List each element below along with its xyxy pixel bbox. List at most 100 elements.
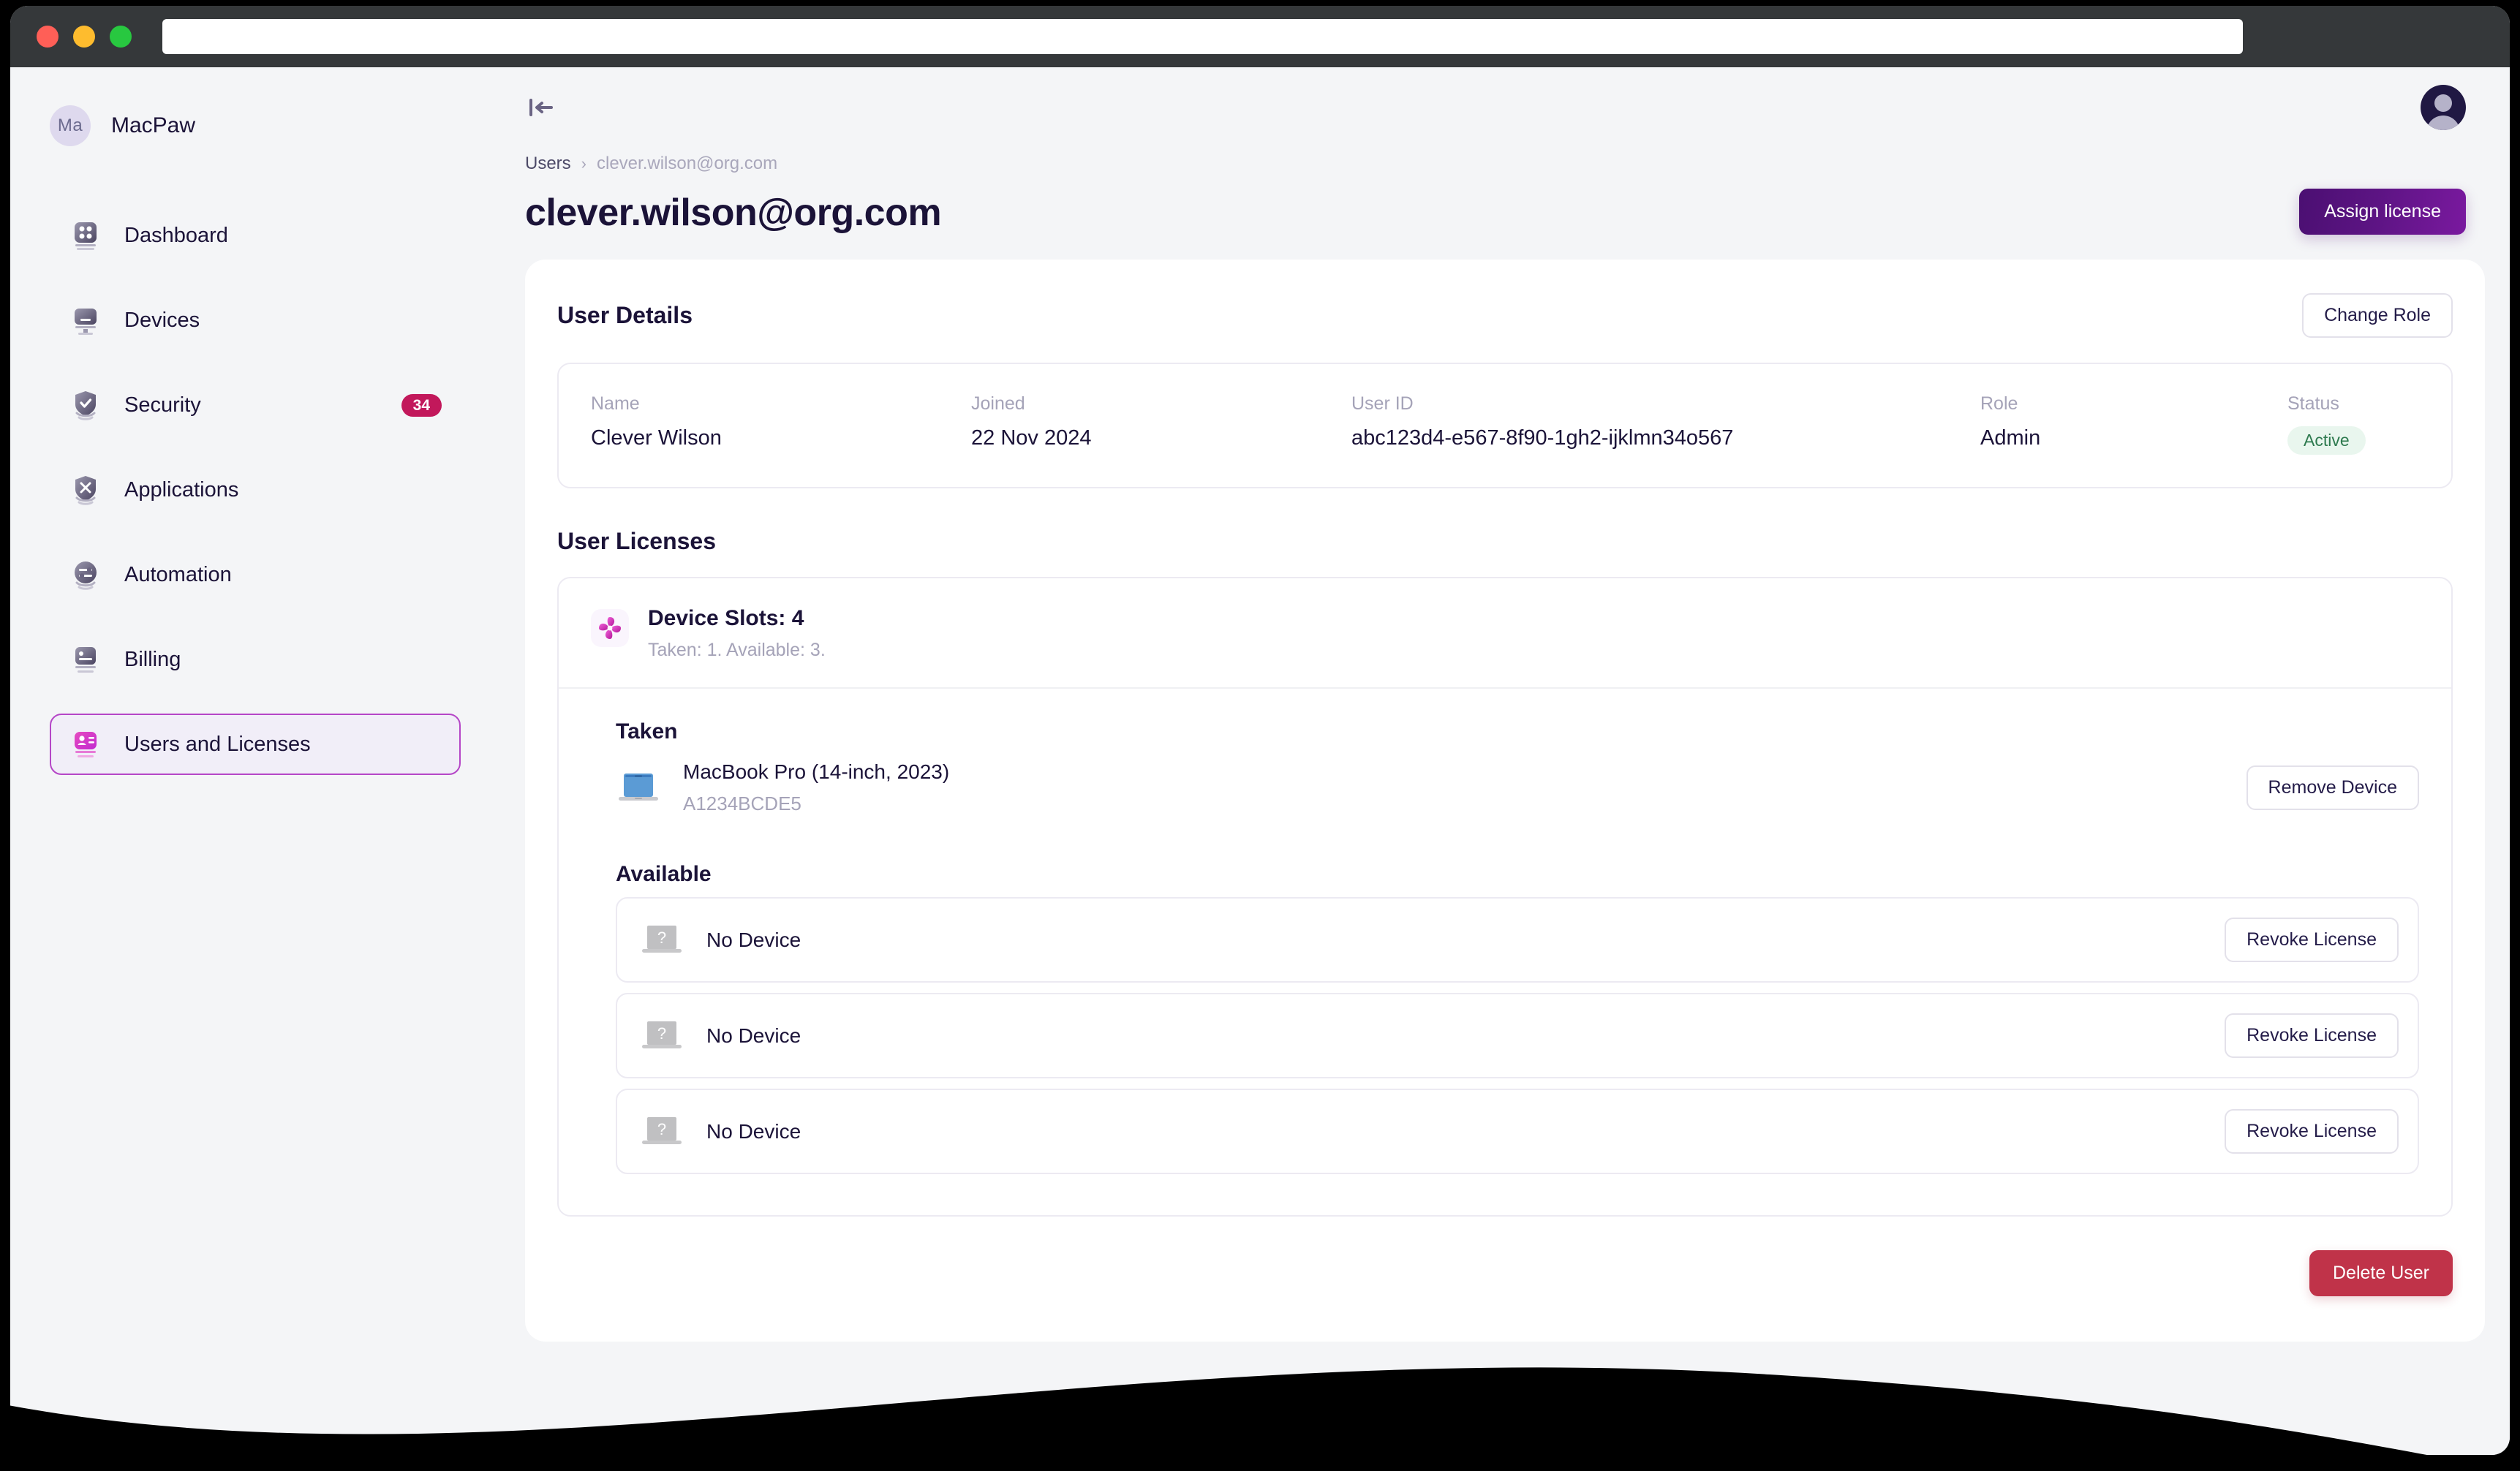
no-device-icon: ? — [639, 1018, 684, 1054]
detail-value: abc123d4-e567-8f90-1gh2-ijklmn34o567 — [1351, 426, 1734, 450]
remove-device-button[interactable]: Remove Device — [2246, 765, 2419, 810]
sidebar-item-label: Devices — [124, 308, 200, 332]
device-name: MacBook Pro (14-inch, 2023) — [683, 760, 950, 783]
user-details-box: Name Clever Wilson Joined 22 Nov 2024 Us… — [557, 363, 2453, 488]
table-row: MacBook Pro (14-inch, 2023) A1234BCDE5 R… — [559, 744, 2451, 831]
sidebar-item-label: Billing — [124, 647, 181, 671]
revoke-license-button[interactable]: Revoke License — [2225, 1013, 2399, 1058]
sidebar-nav: Dashboard Devices Security 34 Applicatio… — [10, 205, 500, 775]
browser-titlebar — [10, 6, 2510, 67]
sidebar-item-label: Dashboard — [124, 223, 228, 247]
traffic-lights — [37, 26, 132, 48]
list-item: ? No Device Revoke License — [616, 993, 2419, 1078]
no-device-icon: ? — [639, 1114, 684, 1149]
page-header: Users › clever.wilson@org.com clever.wil… — [500, 148, 2510, 235]
available-group-title: Available — [616, 862, 712, 886]
content-card: User Details Change Role Name Clever Wil… — [525, 260, 2485, 1342]
user-details-header: User Details Change Role — [557, 293, 2453, 338]
maximize-button[interactable] — [110, 26, 132, 48]
device-name: No Device — [706, 928, 801, 951]
title-row: clever.wilson@org.com Assign license — [525, 189, 2466, 235]
brand-avatar: Ma — [50, 105, 91, 146]
device-name: No Device — [706, 1024, 801, 1047]
svg-text:?: ? — [657, 1120, 666, 1138]
security-badge-count: 34 — [401, 393, 442, 417]
brand-block[interactable]: Ma MacPaw — [10, 99, 500, 152]
top-bar — [500, 67, 2510, 148]
device-name: No Device — [706, 1119, 801, 1143]
detail-label: Status — [2287, 393, 2339, 414]
avatar-body — [2426, 116, 2460, 130]
page-title: clever.wilson@org.com — [525, 192, 942, 234]
card-footer: Delete User — [557, 1217, 2453, 1330]
slot-text: Device Slots: 4 Taken: 1. Available: 3. — [648, 606, 826, 661]
close-button[interactable] — [37, 26, 59, 48]
url-bar[interactable] — [162, 19, 2243, 54]
revoke-license-button[interactable]: Revoke License — [2225, 1109, 2399, 1154]
app-root: Ma MacPaw Dashboard Devices Security 34 … — [10, 67, 2510, 1455]
automation-icon — [69, 558, 102, 591]
change-role-button[interactable]: Change Role — [2302, 293, 2453, 338]
taken-group-title: Taken — [616, 719, 678, 744]
billing-icon — [69, 643, 102, 676]
brand-name: MacPaw — [111, 113, 196, 137]
user-details-title: User Details — [557, 302, 693, 328]
browser-window: Ma MacPaw Dashboard Devices Security 34 … — [10, 6, 2510, 1455]
collapse-sidebar-icon[interactable] — [525, 92, 556, 123]
sidebar-item-applications[interactable]: Applications — [50, 459, 461, 521]
list-item: ? No Device Revoke License — [616, 897, 2419, 983]
sidebar-item-label: Automation — [124, 562, 232, 586]
minimize-button[interactable] — [73, 26, 95, 48]
account-avatar[interactable] — [2421, 85, 2466, 130]
breadcrumb-users-link[interactable]: Users — [525, 154, 571, 174]
detail-value: Clever Wilson — [591, 426, 722, 450]
dashboard-icon — [69, 219, 102, 252]
detail-label: Joined — [971, 393, 1025, 414]
detail-label: Role — [1980, 393, 2018, 414]
device-slots-subtitle: Taken: 1. Available: 3. — [648, 640, 826, 660]
sidebar-item-billing[interactable]: Billing — [50, 629, 461, 690]
detail-label: Name — [591, 393, 640, 414]
breadcrumb-separator-icon: › — [581, 154, 586, 173]
detail-value: 22 Nov 2024 — [971, 426, 1092, 450]
revoke-license-button[interactable]: Revoke License — [2225, 918, 2399, 962]
breadcrumb: Users › clever.wilson@org.com — [525, 154, 2466, 174]
license-box: Device Slots: 4 Taken: 1. Available: 3. … — [557, 577, 2453, 1217]
sidebar-item-dashboard[interactable]: Dashboard — [50, 205, 461, 266]
status-badge: Active — [2287, 426, 2366, 455]
detail-value: Admin — [1980, 426, 2041, 450]
cleanmymac-pinwheel-icon — [591, 609, 629, 647]
user-licenses-header: User Licenses — [557, 528, 2453, 555]
detail-joined: Joined 22 Nov 2024 — [971, 393, 1351, 450]
detail-user-id: User ID abc123d4-e567-8f90-1gh2-ijklmn34… — [1351, 393, 1980, 450]
apps-icon — [69, 473, 102, 507]
list-item: ? No Device Revoke License — [616, 1089, 2419, 1174]
license-summary: Device Slots: 4 Taken: 1. Available: 3. — [559, 578, 2451, 689]
detail-status: Status Active — [2287, 393, 2419, 455]
sidebar-item-users-and-licenses[interactable]: Users and Licenses — [50, 714, 461, 775]
svg-text:?: ? — [657, 929, 666, 947]
user-licenses-title: User Licenses — [557, 528, 717, 554]
sidebar-item-label: Security — [124, 393, 201, 417]
devices-icon — [69, 303, 102, 337]
detail-label: User ID — [1351, 393, 1414, 414]
detail-role: Role Admin — [1980, 393, 2287, 450]
assign-license-button[interactable]: Assign license — [2299, 189, 2466, 235]
users-icon — [69, 727, 102, 761]
sidebar-item-label: Users and Licenses — [124, 732, 311, 756]
sidebar-item-devices[interactable]: Devices — [50, 290, 461, 351]
shield-icon — [69, 388, 102, 422]
device-text: MacBook Pro (14-inch, 2023) A1234BCDE5 — [683, 760, 949, 815]
breadcrumb-current: clever.wilson@org.com — [597, 154, 778, 173]
detail-name: Name Clever Wilson — [591, 393, 971, 450]
sidebar-item-automation[interactable]: Automation — [50, 544, 461, 605]
delete-user-button[interactable]: Delete User — [2309, 1250, 2453, 1296]
device-serial: A1234BCDE5 — [683, 793, 801, 814]
sidebar-item-label: Applications — [124, 477, 239, 502]
macbook-icon — [616, 771, 661, 806]
sidebar: Ma MacPaw Dashboard Devices Security 34 … — [10, 67, 500, 1455]
device-slots-title: Device Slots: 4 — [648, 606, 804, 630]
sidebar-item-security[interactable]: Security 34 — [50, 374, 461, 436]
no-device-icon: ? — [639, 923, 684, 958]
avatar-head — [2434, 94, 2452, 112]
